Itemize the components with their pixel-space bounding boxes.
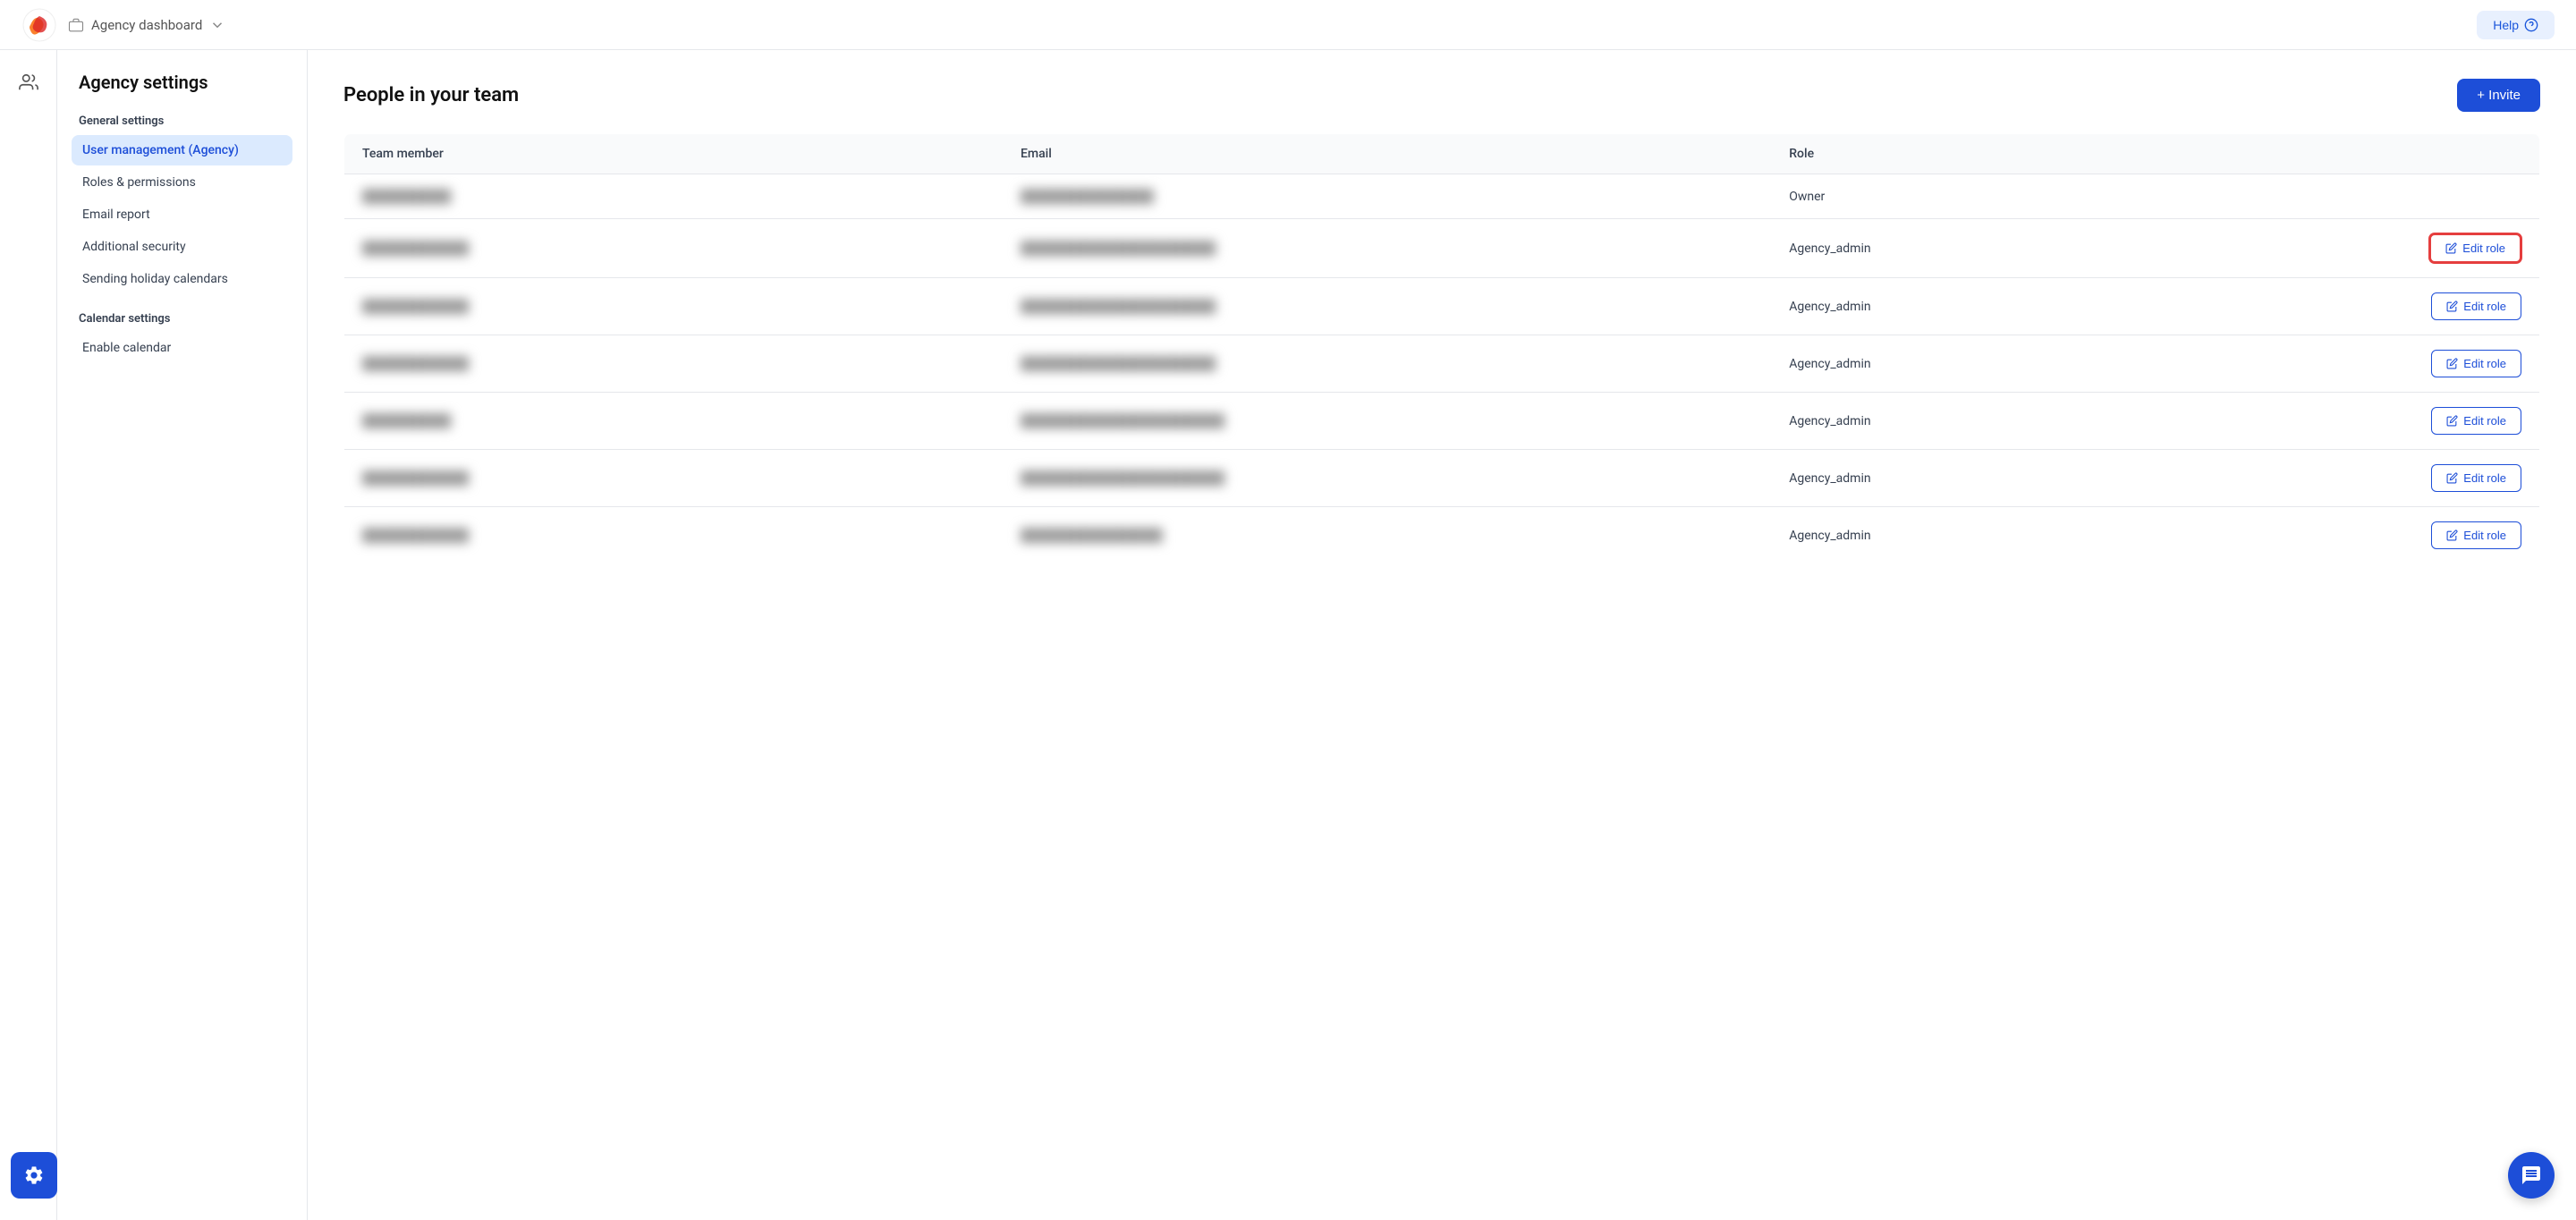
table-row: █████████████████████████Owner	[344, 174, 2540, 219]
icon-bar-users[interactable]	[11, 64, 47, 100]
sidebar-item-additional-security[interactable]: Additional security	[72, 232, 292, 262]
help-button[interactable]: Help	[2477, 11, 2555, 39]
cell-member: ██████████	[344, 393, 1004, 450]
table-row: ███████████████████████████████████Agenc…	[344, 450, 2540, 507]
calendar-section-label: Calendar settings	[72, 312, 292, 326]
calendar-settings-section: Calendar settings Enable calendar	[72, 312, 292, 363]
briefcase-icon	[68, 17, 84, 33]
icon-bar	[0, 50, 57, 1220]
edit-role-button[interactable]: Edit role	[2431, 464, 2521, 492]
chevron-down-icon	[209, 17, 225, 33]
cell-email: ███████████████████████	[1003, 393, 1771, 450]
topnav: Agency dashboard Help	[0, 0, 2576, 50]
cell-role: Agency_admin	[1771, 507, 2210, 564]
nav-breadcrumb[interactable]: Agency dashboard	[68, 17, 225, 33]
settings-gear-button[interactable]	[11, 1152, 57, 1199]
table-row: ██████████████████████████████████Agency…	[344, 335, 2540, 393]
chat-bubble[interactable]	[2508, 1152, 2555, 1199]
cell-action: Edit role	[2210, 393, 2539, 450]
cell-action: Edit role	[2210, 219, 2539, 278]
help-circle-icon	[2524, 18, 2538, 32]
col-header-email: Email	[1003, 134, 1771, 174]
edit-role-button[interactable]: Edit role	[2431, 521, 2521, 549]
sidebar-item-email-report[interactable]: Email report	[72, 199, 292, 230]
sidebar-item-sending-holiday[interactable]: Sending holiday calendars	[72, 264, 292, 294]
cell-member: ██████████	[344, 174, 1004, 219]
cell-action: Edit role	[2210, 335, 2539, 393]
cell-email: ███████████████████████	[1003, 450, 1771, 507]
cell-role: Agency_admin	[1771, 219, 2210, 278]
cell-email: ██████████████████████	[1003, 278, 1771, 335]
app-layout: Agency settings General settings User ma…	[0, 50, 2576, 1220]
help-label: Help	[2493, 18, 2519, 32]
table-row: ██████████████████████████████████Agency…	[344, 219, 2540, 278]
breadcrumb-label: Agency dashboard	[91, 17, 202, 33]
sidebar-item-user-management[interactable]: User management (Agency)	[72, 135, 292, 165]
main-content: People in your team + Invite Team member…	[308, 50, 2576, 1220]
cell-role: Owner	[1771, 174, 2210, 219]
general-settings-section: General settings User management (Agency…	[72, 114, 292, 294]
cell-action: Edit role	[2210, 278, 2539, 335]
general-section-label: General settings	[72, 114, 292, 128]
cell-member: ████████████	[344, 219, 1004, 278]
team-table: Team member Email Role █████████████████…	[343, 133, 2540, 564]
settings-sidebar: Agency settings General settings User ma…	[57, 50, 308, 1220]
cell-role: Agency_admin	[1771, 335, 2210, 393]
col-header-action	[2210, 134, 2539, 174]
cell-role: Agency_admin	[1771, 278, 2210, 335]
cell-email: ██████████████████████	[1003, 335, 1771, 393]
cell-member: ████████████	[344, 450, 1004, 507]
cell-role: Agency_admin	[1771, 393, 2210, 450]
table-row: ██████████████████████████████████Agency…	[344, 278, 2540, 335]
cell-member: ████████████	[344, 278, 1004, 335]
sidebar-item-enable-calendar[interactable]: Enable calendar	[72, 333, 292, 363]
cell-member: ████████████	[344, 507, 1004, 564]
cell-member: ████████████	[344, 335, 1004, 393]
edit-role-button[interactable]: Edit role	[2429, 233, 2521, 263]
invite-button[interactable]: + Invite	[2457, 79, 2540, 112]
cell-action: Edit role	[2210, 507, 2539, 564]
team-section-title: People in your team	[343, 84, 519, 106]
settings-page-title: Agency settings	[72, 72, 292, 93]
cell-email: ████████████████	[1003, 507, 1771, 564]
gear-icon	[23, 1165, 45, 1186]
edit-role-button[interactable]: Edit role	[2431, 407, 2521, 435]
cell-action	[2210, 174, 2539, 219]
logo-icon	[21, 7, 57, 43]
col-header-member: Team member	[344, 134, 1004, 174]
edit-role-button[interactable]: Edit role	[2431, 350, 2521, 377]
topnav-left: Agency dashboard	[21, 7, 225, 43]
cell-email: ███████████████	[1003, 174, 1771, 219]
table-header-row: Team member Email Role	[344, 134, 2540, 174]
table-row: █████████████████████████████████Agency_…	[344, 393, 2540, 450]
cell-action: Edit role	[2210, 450, 2539, 507]
edit-role-button[interactable]: Edit role	[2431, 292, 2521, 320]
content-header: People in your team + Invite	[343, 79, 2540, 112]
cell-role: Agency_admin	[1771, 450, 2210, 507]
cell-email: ██████████████████████	[1003, 219, 1771, 278]
sidebar-item-roles-permissions[interactable]: Roles & permissions	[72, 167, 292, 198]
table-row: ████████████████████████████Agency_admin…	[344, 507, 2540, 564]
col-header-role: Role	[1771, 134, 2210, 174]
